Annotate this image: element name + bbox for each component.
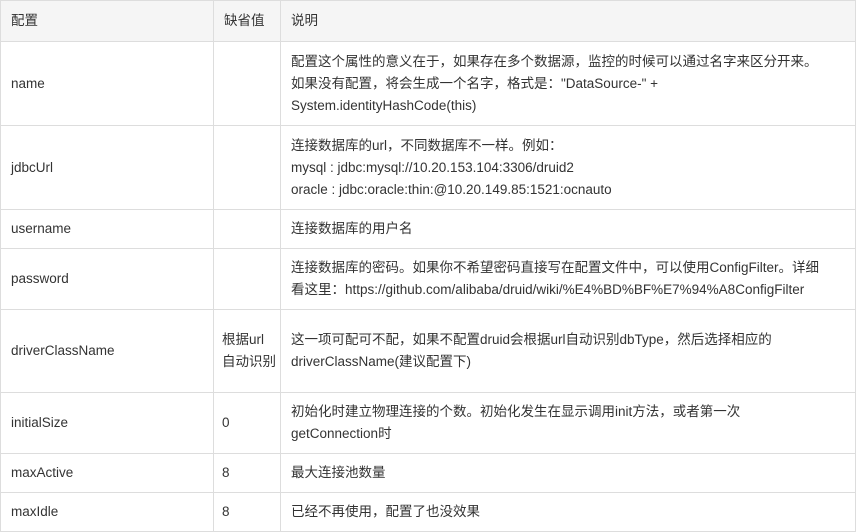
description-line: 连接数据库的密码。如果你不希望密码直接写在配置文件中，可以使用ConfigFil… [291, 260, 820, 275]
config-name: password [0, 248, 214, 310]
header-description: 说明 [280, 0, 856, 42]
config-description: 初始化时建立物理连接的个数。初始化发生在显示调用init方法，或者第一次 get… [280, 392, 856, 454]
table-row: maxActive 8 最大连接池数量 [0, 453, 856, 493]
description-line: mysql : jdbc:mysql://10.20.153.104:3306/… [291, 159, 574, 175]
config-description: 最大连接池数量 [280, 453, 856, 493]
config-name: name [0, 41, 214, 126]
description-line: 看这里：https://github.com/alibaba/druid/wik… [291, 282, 805, 297]
header-config: 配置 [0, 0, 214, 42]
config-name: username [0, 209, 214, 249]
config-description: 已经不再使用，配置了也没效果 [280, 492, 856, 532]
description-line: 初始化时建立物理连接的个数。初始化发生在显示调用init方法，或者第一次 [291, 404, 741, 419]
config-default [213, 125, 281, 210]
config-name: initialSize [0, 392, 214, 454]
table-row: driverClassName 根据url自动识别 这一项可配可不配，如果不配置… [0, 309, 856, 393]
config-description: 连接数据库的用户名 [280, 209, 856, 249]
config-name: driverClassName [0, 309, 214, 393]
config-default [213, 248, 281, 310]
description-line: 最大连接池数量 [291, 465, 386, 480]
description-line: 如果没有配置，将会生成一个名字，格式是："DataSource-" + [291, 75, 659, 91]
config-name: maxIdle [0, 492, 214, 532]
table-row: jdbcUrl 连接数据库的url，不同数据库不一样。例如： mysql : j… [0, 125, 856, 210]
description-line: 连接数据库的url，不同数据库不一样。例如： [291, 137, 563, 153]
header-default: 缺省值 [213, 0, 281, 42]
description-line: 连接数据库的用户名 [291, 221, 413, 236]
table-row: maxIdle 8 已经不再使用，配置了也没效果 [0, 492, 856, 532]
description-line: oracle : jdbc:oracle:thin:@10.20.149.85:… [291, 181, 612, 197]
description-line: 配置这个属性的意义在于，如果存在多个数据源，监控的时候可以通过名字来区分开来。 [291, 53, 818, 69]
config-default [213, 41, 281, 126]
config-default: 根据url自动识别 [213, 309, 281, 393]
description-line: getConnection时 [291, 426, 392, 441]
table-header-row: 配置 缺省值 说明 [0, 0, 856, 42]
table-row: password 连接数据库的密码。如果你不希望密码直接写在配置文件中，可以使用… [0, 248, 856, 310]
config-description: 配置这个属性的意义在于，如果存在多个数据源，监控的时候可以通过名字来区分开来。 … [280, 41, 856, 126]
table-row: initialSize 0 初始化时建立物理连接的个数。初始化发生在显示调用in… [0, 392, 856, 454]
config-default [213, 209, 281, 249]
config-name: maxActive [0, 453, 214, 493]
description-line: 已经不再使用，配置了也没效果 [291, 504, 480, 519]
config-default: 0 [213, 392, 281, 454]
config-default: 8 [213, 453, 281, 493]
description-line: System.identityHashCode(this) [291, 97, 477, 113]
table-row: username 连接数据库的用户名 [0, 209, 856, 249]
config-default: 8 [213, 492, 281, 532]
config-name: jdbcUrl [0, 125, 214, 210]
description-line: 这一项可配可不配，如果不配置druid会根据url自动识别dbType，然后选择… [291, 332, 772, 347]
table-row: name 配置这个属性的意义在于，如果存在多个数据源，监控的时候可以通过名字来区… [0, 41, 856, 126]
description-line: driverClassName(建议配置下) [291, 354, 472, 369]
config-description: 这一项可配可不配，如果不配置druid会根据url自动识别dbType，然后选择… [280, 309, 856, 393]
config-description: 连接数据库的url，不同数据库不一样。例如： mysql : jdbc:mysq… [280, 125, 856, 210]
config-description: 连接数据库的密码。如果你不希望密码直接写在配置文件中，可以使用ConfigFil… [280, 248, 856, 310]
config-table: 配置 缺省值 说明 name 配置这个属性的意义在于，如果存在多个数据源，监控的… [0, 0, 856, 532]
